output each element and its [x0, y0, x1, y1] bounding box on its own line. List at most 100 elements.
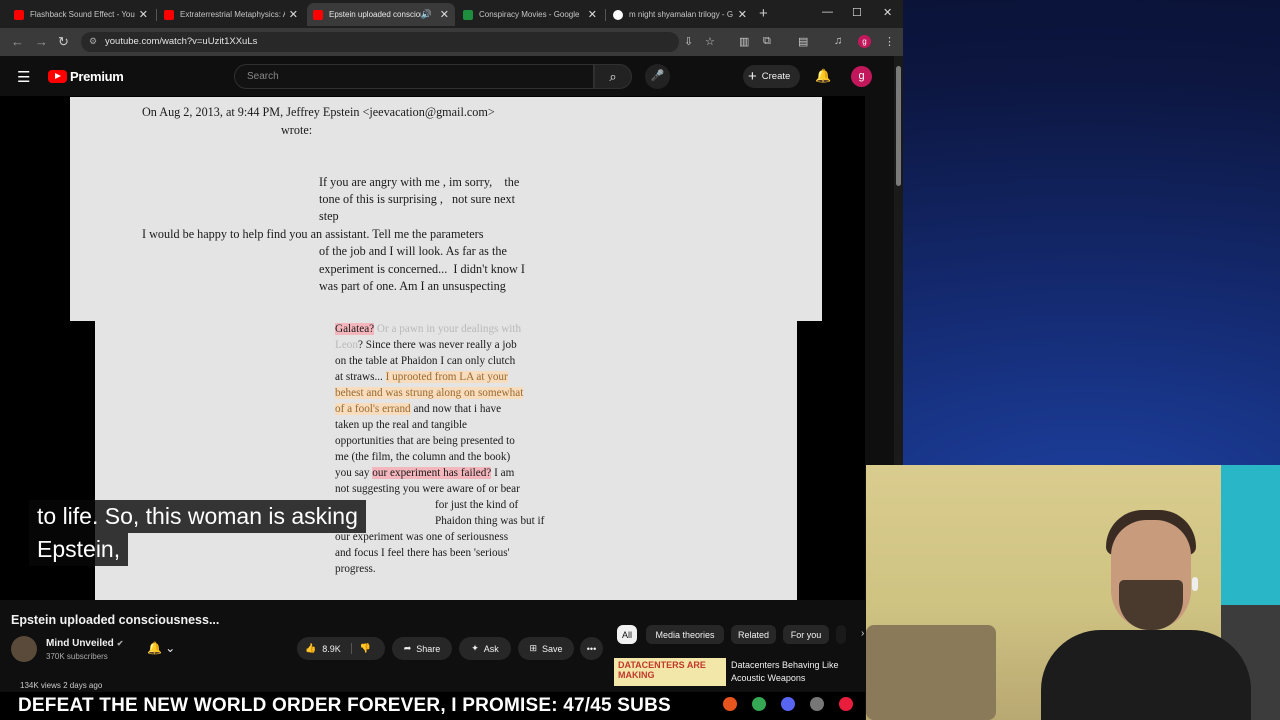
- youtube-music-icon[interactable]: [839, 697, 853, 711]
- reply-line: behest and was strung along on somewhat: [335, 385, 524, 401]
- chip-all[interactable]: All: [617, 625, 637, 644]
- microphone-icon[interactable]: 🎤: [645, 64, 670, 89]
- install-app-icon[interactable]: ⇩: [684, 35, 693, 48]
- share-button[interactable]: ➦ Share: [392, 637, 452, 660]
- url-bar[interactable]: ⚙ youtube.com/watch?v=uUzit1XXuLs: [81, 32, 679, 52]
- close-tab-icon[interactable]: ✕: [440, 8, 449, 21]
- sparkle-icon: ✦: [471, 643, 479, 653]
- search-icon[interactable]: ⌕: [594, 64, 632, 89]
- sidebar-icon[interactable]: ▤: [798, 35, 808, 48]
- email-quote-line: was part of one. Am I an unsuspecting: [319, 279, 506, 293]
- related-video-title[interactable]: Datacenters Behaving Like Acoustic Weapo…: [731, 659, 861, 685]
- notifications-bell-icon[interactable]: 🔔: [815, 68, 831, 84]
- video-title: Epstein uploaded consciousness...: [11, 613, 220, 627]
- url-text: youtube.com/watch?v=uUzit1XXuLs: [105, 36, 258, 47]
- forward-icon[interactable]: →: [35, 34, 48, 49]
- reply-line: taken up the real and tangible: [335, 419, 468, 431]
- google-favicon-icon: [613, 9, 623, 20]
- email-quote-line: I would be happy to help find you an ass…: [142, 227, 484, 241]
- chrome-icon[interactable]: [752, 697, 766, 711]
- minimize-icon[interactable]: —: [822, 6, 833, 18]
- tab-epstein-active[interactable]: Epstein uploaded consciousness 🔊 ✕: [307, 3, 455, 26]
- maximize-icon[interactable]: ☐: [852, 6, 862, 19]
- tab-shyamalan[interactable]: m night shyamalan trilogy - G ✕: [607, 3, 753, 26]
- user-avatar[interactable]: g: [851, 66, 872, 87]
- reload-icon[interactable]: ↻: [58, 34, 69, 50]
- hamburger-menu-icon[interactable]: ☰: [17, 68, 30, 86]
- faded-text: Or a pawn in your dealings with: [374, 323, 522, 335]
- discord-icon[interactable]: [781, 697, 795, 711]
- chip-overflow[interactable]: [836, 625, 846, 644]
- webcam-person-body: [1041, 630, 1251, 720]
- highlighted-text: of a fool's errand: [335, 403, 411, 415]
- chip-for-you[interactable]: For you: [783, 625, 829, 644]
- ask-button[interactable]: ✦ Ask: [459, 637, 511, 660]
- browser-menu-icon[interactable]: ⋮: [884, 35, 895, 48]
- browser-window: Flashback Sound Effect - YouTube ✕ Extra…: [0, 0, 903, 720]
- tab-extraterrestrial[interactable]: Extraterrestrial Metaphysics: A ✕: [158, 3, 304, 26]
- chip-media-theories[interactable]: Media theories: [646, 625, 724, 644]
- reply-line: on the table at Phaidon I can only clutc…: [335, 355, 516, 367]
- highlighted-text: and was strung along on somewhat: [363, 387, 524, 399]
- email-quote-line: of the job and I will look. As far as th…: [319, 244, 507, 258]
- media-controls-icon[interactable]: ♫: [834, 35, 842, 47]
- more-actions-icon[interactable]: •••: [580, 637, 603, 660]
- reply-line: Galatea? Or a pawn in your dealings with: [335, 321, 521, 337]
- youtube-logo[interactable]: Premium: [48, 69, 124, 84]
- create-button[interactable]: + Create: [743, 65, 800, 88]
- tab-title: Flashback Sound Effect - YouTube: [30, 10, 135, 19]
- back-icon[interactable]: ←: [11, 34, 24, 49]
- close-tab-icon[interactable]: ✕: [289, 8, 298, 21]
- email-document-top: On Aug 2, 2013, at 9:44 PM, Jeffrey Epst…: [70, 97, 822, 321]
- extensions-icon[interactable]: ⧉: [763, 35, 771, 48]
- speaker-icon[interactable]: 🔊: [421, 9, 432, 20]
- email-quote-line: If you are angry with me , im sorry, the: [319, 175, 520, 189]
- reply-text: and now that i have: [410, 403, 502, 415]
- close-window-icon[interactable]: ✕: [883, 6, 892, 19]
- settings-gear-icon[interactable]: [810, 697, 824, 711]
- reply-text: I am: [491, 467, 515, 479]
- like-count: 8.9K: [322, 643, 341, 654]
- close-tab-icon[interactable]: ✕: [588, 8, 597, 21]
- tab-bar: Flashback Sound Effect - YouTube ✕ Extra…: [0, 0, 903, 28]
- dislike-icon[interactable]: 👎: [350, 643, 371, 654]
- like-icon[interactable]: 👍: [305, 643, 316, 654]
- subscription-bell-icon[interactable]: 🔔 ⌄: [147, 641, 175, 655]
- scrollbar-thumb[interactable]: [896, 66, 901, 186]
- bookmark-star-icon[interactable]: ☆: [705, 35, 715, 48]
- channel-name[interactable]: Mind Unveiled ✔: [46, 638, 124, 649]
- chip-related[interactable]: Related: [731, 625, 776, 644]
- email-quote-line: experiment is concerned... I didn't know…: [319, 262, 525, 276]
- site-info-icon[interactable]: ⚙: [89, 36, 97, 47]
- share-icon: ➦: [403, 643, 412, 653]
- tab-conspiracy[interactable]: Conspiracy Movies - Google ✕: [457, 3, 603, 26]
- youtube-play-logo-icon: [48, 70, 67, 83]
- channel-avatar[interactable]: [11, 636, 37, 662]
- highlighted-text: behest: [335, 387, 364, 399]
- close-tab-icon[interactable]: ✕: [738, 8, 747, 21]
- bookmark-icon: ⊞: [529, 643, 538, 653]
- reply-text: at straws...: [335, 371, 386, 383]
- webcam-overlay: [866, 465, 1280, 720]
- reply-line: of a fool's errand and now that i have: [335, 401, 501, 417]
- browser-profile-avatar[interactable]: g: [858, 35, 871, 48]
- search-input[interactable]: Search: [234, 64, 594, 89]
- reply-line: you say our experiment has failed? I am: [335, 465, 514, 481]
- save-button[interactable]: ⊞ Save: [518, 637, 574, 660]
- faded-text: Leon: [335, 339, 358, 351]
- save-label: Save: [542, 643, 563, 654]
- thumbnail-text: DATACENTERS ARE MAKING: [618, 660, 706, 680]
- firefox-icon[interactable]: [723, 697, 737, 711]
- close-tab-icon[interactable]: ✕: [139, 8, 148, 21]
- like-dislike-group: 👍 8.9K 👎: [297, 637, 385, 660]
- trash-icon[interactable]: ▥: [739, 35, 749, 48]
- related-video-thumbnail[interactable]: DATACENTERS ARE MAKING: [614, 658, 726, 686]
- tab-flashback[interactable]: Flashback Sound Effect - YouTube ✕: [8, 3, 154, 26]
- email-header-line: wrote:: [281, 123, 313, 137]
- reply-line: not suggesting you were aware of or bear: [335, 483, 520, 495]
- youtube-favicon-icon: [313, 9, 323, 20]
- email-quote-line: step: [319, 209, 339, 223]
- chevron-right-icon[interactable]: ›: [861, 628, 864, 639]
- caption-line: Epstein,: [29, 533, 129, 566]
- new-tab-icon[interactable]: +: [759, 5, 768, 22]
